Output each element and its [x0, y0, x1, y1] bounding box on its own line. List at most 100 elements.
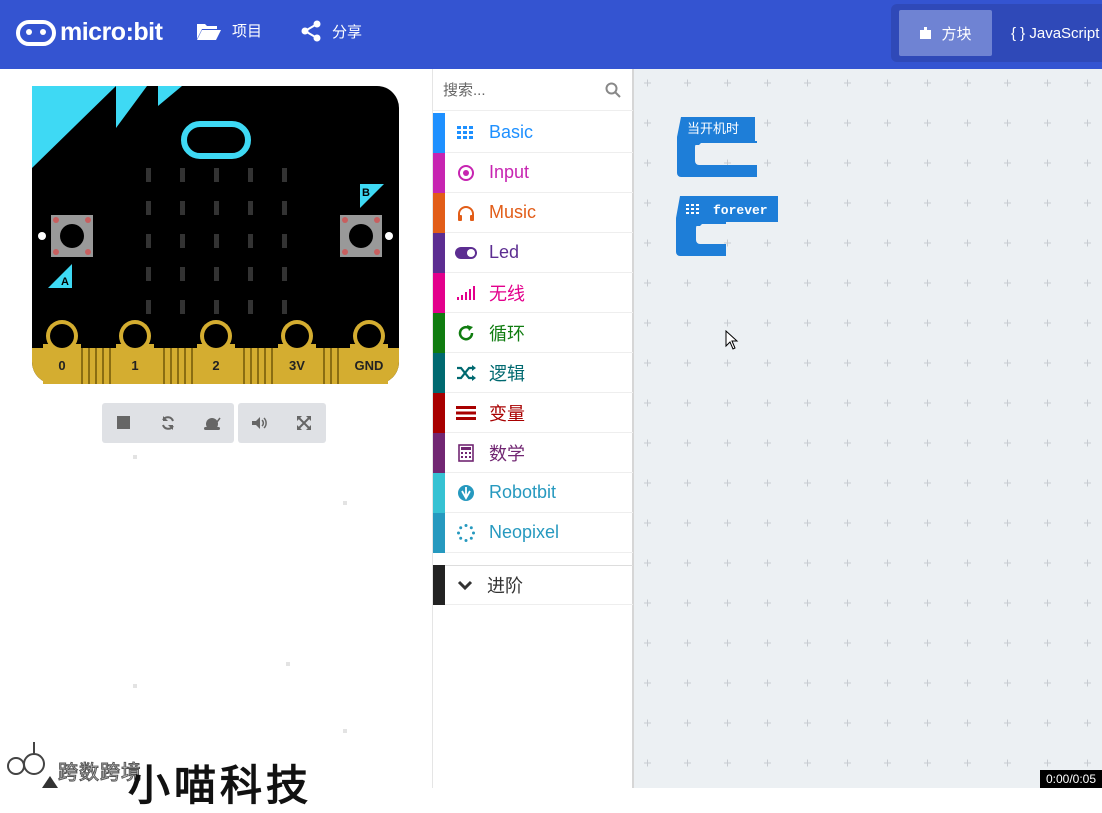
speck — [133, 455, 137, 459]
category-label: 循环 — [489, 323, 525, 344]
speck — [343, 729, 347, 733]
volume-icon — [252, 417, 267, 429]
headphones-icon — [455, 205, 477, 221]
expand-icon — [297, 416, 311, 430]
category-color-bar — [433, 392, 445, 433]
category-variables[interactable]: 变量 — [433, 392, 633, 433]
category-input[interactable]: Input — [433, 152, 633, 193]
category-radio[interactable]: 无线 — [433, 272, 633, 313]
microbit-board[interactable]: A B 0 1 2 3V GND — [32, 86, 399, 384]
search-input[interactable] — [443, 77, 603, 103]
logo-text: micro:bit — [60, 18, 163, 46]
toolbox: Basic Input Music Led 无线 循环 逻辑 变量 数学 — [432, 69, 634, 788]
speck — [133, 684, 137, 688]
javascript-label: { } JavaScript — [1011, 24, 1100, 42]
mouse-cursor-icon — [725, 330, 739, 350]
simulator-controls — [102, 403, 326, 443]
category-label: Robotbit — [489, 482, 557, 502]
blocks-label: 方块 — [941, 25, 972, 43]
calculator-icon — [455, 443, 477, 462]
category-color-bar — [433, 432, 445, 473]
advanced-toggle[interactable]: 进阶 — [433, 565, 633, 605]
category-label: Basic — [489, 122, 534, 142]
speck — [286, 662, 290, 666]
category-color-bar — [433, 352, 445, 393]
fullscreen-button[interactable] — [282, 403, 326, 443]
sim-run-group — [102, 403, 234, 443]
category-loops[interactable]: 循环 — [433, 312, 633, 353]
microbit-logo[interactable]: micro:bit — [16, 18, 163, 47]
watermark-big-text: 小喵科技 — [128, 762, 313, 809]
top-header: micro:bit 项目 分享 方块 { } JavaScript — [0, 0, 1102, 69]
category-label: Neopixel — [489, 522, 560, 542]
category-music[interactable]: Music — [433, 192, 633, 233]
target-icon — [455, 164, 477, 182]
forever-label: forever — [713, 203, 768, 218]
sim-audio-group — [238, 403, 326, 443]
pin-1-label: 1 — [131, 358, 138, 373]
circle-dots-icon — [455, 523, 477, 542]
chevron-down-icon — [457, 580, 473, 591]
advanced-label: 进阶 — [487, 576, 523, 596]
pin-3v-label: 3V — [289, 358, 305, 373]
toolbox-search — [433, 69, 633, 111]
share-icon — [301, 20, 321, 42]
category-neopixel[interactable]: Neopixel — [433, 512, 633, 553]
category-label: Led — [489, 242, 520, 262]
projects-label: 项目 — [232, 23, 263, 40]
slow-mo-button[interactable] — [190, 403, 234, 443]
shuffle-icon — [455, 364, 477, 381]
pin-gnd-label: GND — [355, 358, 384, 373]
snail-icon — [204, 417, 221, 430]
folder-icon — [197, 23, 221, 40]
button-b-label: B — [362, 187, 370, 199]
stop-icon — [117, 416, 130, 429]
on-start-block[interactable]: 当开机时 — [677, 117, 759, 179]
button-a-label: A — [61, 276, 69, 288]
refresh-icon — [455, 324, 477, 342]
grid-icon — [686, 204, 699, 214]
category-color-bar — [433, 192, 445, 233]
share-label: 分享 — [332, 23, 363, 41]
category-color-bar — [433, 232, 445, 273]
category-color-bar — [433, 472, 445, 513]
category-basic[interactable]: Basic — [433, 112, 633, 153]
signal-icon — [455, 285, 477, 300]
speck — [343, 501, 347, 505]
category-color-bar — [433, 152, 445, 193]
lines-icon — [455, 405, 477, 420]
toggle-icon — [455, 246, 477, 259]
blocks-workspace[interactable]: 当开机时 forever — [634, 69, 1102, 788]
video-time-badge: 0:00/0:05 — [1040, 770, 1102, 788]
category-label: 数学 — [489, 443, 525, 464]
restart-button[interactable] — [146, 403, 190, 443]
blocks-mode-button[interactable]: 方块 — [899, 10, 992, 56]
microbit-logo-icon — [16, 19, 56, 46]
category-label: 逻辑 — [489, 363, 525, 384]
mute-button[interactable] — [238, 403, 282, 443]
category-label: Input — [489, 162, 530, 182]
pin-2-label: 2 — [212, 358, 219, 373]
category-led[interactable]: Led — [433, 232, 633, 273]
category-color-bar — [433, 272, 445, 313]
category-logic[interactable]: 逻辑 — [433, 352, 633, 393]
watermark-logo-icon — [7, 742, 58, 788]
puzzle-icon — [920, 27, 932, 39]
search-icon[interactable] — [605, 82, 621, 98]
category-label: 无线 — [489, 283, 525, 304]
projects-button[interactable]: 项目 — [196, 20, 262, 41]
javascript-mode-button[interactable]: { } JavaScript — [1011, 10, 1099, 56]
advanced-color-bar — [433, 565, 445, 605]
on-start-label: 当开机时 — [687, 121, 739, 136]
category-color-bar — [433, 512, 445, 553]
category-robotbit[interactable]: Robotbit — [433, 472, 633, 513]
share-button[interactable]: 分享 — [300, 20, 362, 42]
category-label: 变量 — [489, 403, 525, 424]
forever-block[interactable]: forever — [676, 196, 780, 258]
category-color-bar — [433, 112, 445, 153]
category-color-bar — [433, 312, 445, 353]
stop-button[interactable] — [102, 403, 146, 443]
simulator-panel: A B 0 1 2 3V GND — [0, 69, 432, 788]
category-label: Music — [489, 202, 537, 222]
category-math[interactable]: 数学 — [433, 432, 633, 473]
